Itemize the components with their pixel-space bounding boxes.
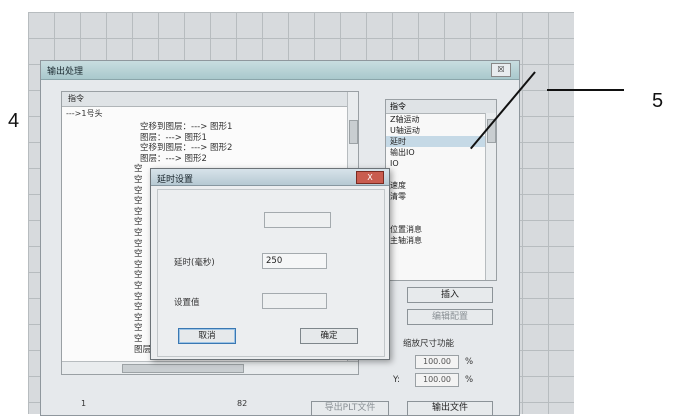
hscroll-thumb[interactable] — [122, 364, 244, 373]
edit-config-button[interactable]: 编辑配置 — [407, 309, 493, 325]
scale-y-input[interactable]: 100.00 — [415, 373, 459, 387]
scale-x-percent: % — [465, 357, 474, 367]
command-item[interactable]: 主轴消息 — [386, 235, 496, 246]
command-item[interactable]: 速度 — [386, 180, 496, 191]
instruction-line: 图层：---> 图形2 — [140, 153, 207, 164]
top-empty-field[interactable] — [264, 212, 331, 228]
annotation-line-5-horizontal — [547, 89, 624, 91]
window-title: 输出处理 — [47, 67, 84, 77]
ok-button[interactable]: 确定 — [300, 328, 358, 344]
command-item[interactable] — [386, 202, 496, 213]
dialog-close-button[interactable]: X — [356, 171, 384, 184]
delay-settings-dialog: 延时设置 X 延时(毫秒) 250 设置值 取消 确定 — [150, 168, 390, 360]
window-close-button[interactable]: ☒ — [491, 63, 511, 77]
command-list-vscroll[interactable] — [485, 113, 496, 280]
instruction-list-header: 指令 — [62, 92, 358, 107]
command-item[interactable]: IO — [386, 158, 496, 169]
scale-y-label: Y: — [393, 375, 400, 385]
annotation-number-5: 5 — [652, 90, 664, 112]
row-number: 1 — [81, 399, 87, 408]
command-item[interactable]: 清零 — [386, 191, 496, 202]
command-item[interactable] — [386, 213, 496, 224]
command-list[interactable]: 指令 Z轴运动 U轴运动 延时 输出IO IO 速度 清零 位置消息 主轴消息 — [385, 99, 497, 281]
command-item[interactable]: 输出IO — [386, 147, 496, 158]
total-count: 82 — [237, 399, 248, 408]
window-titlebar: 输出处理 ☒ — [41, 61, 519, 80]
head-line: --->1号头 — [66, 109, 103, 118]
scale-y-percent: % — [465, 375, 474, 385]
command-items: Z轴运动 U轴运动 延时 输出IO IO 速度 清零 位置消息 主轴消息 — [386, 114, 496, 246]
command-list-header: 指令 — [386, 100, 496, 114]
vscroll-thumb[interactable] — [349, 120, 358, 144]
delay-label: 延时(毫秒) — [174, 258, 215, 268]
command-item[interactable] — [386, 169, 496, 180]
instruction-list-hscroll[interactable] — [62, 361, 358, 374]
insert-button[interactable]: 插入 — [407, 287, 493, 303]
dialog-titlebar: 延时设置 X — [151, 169, 389, 186]
annotation-number-4: 4 — [8, 110, 20, 132]
dialog-title: 延时设置 — [157, 175, 194, 185]
setting-value-label: 设置值 — [174, 298, 200, 308]
scale-function-label: 缩放尺寸功能 — [403, 339, 455, 349]
scale-x-input[interactable]: 100.00 — [415, 355, 459, 369]
delay-input[interactable]: 250 — [262, 253, 327, 269]
dialog-body: 延时(毫秒) 250 设置值 取消 确定 — [157, 189, 385, 357]
command-item[interactable]: 位置消息 — [386, 224, 496, 235]
setting-value-input[interactable] — [262, 293, 327, 309]
cancel-button[interactable]: 取消 — [178, 328, 236, 344]
command-item[interactable]: Z轴运动 — [386, 114, 496, 125]
command-item[interactable]: U轴运动 — [386, 125, 496, 136]
